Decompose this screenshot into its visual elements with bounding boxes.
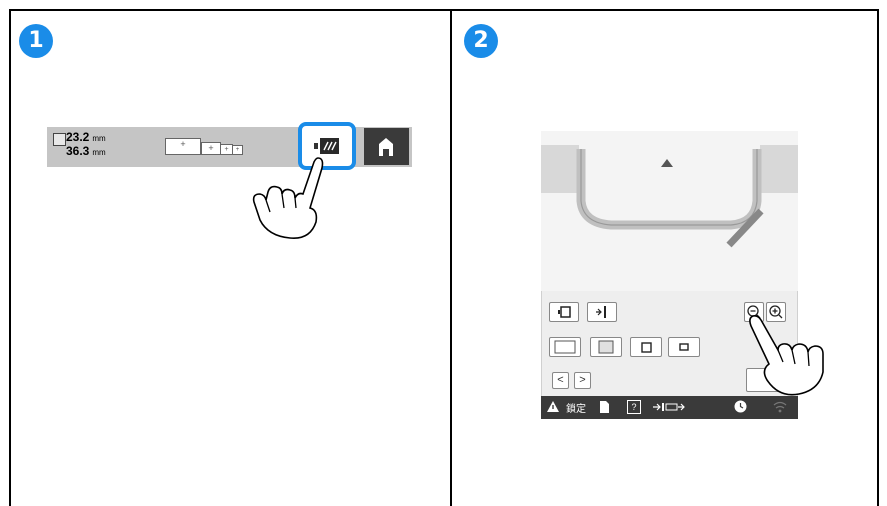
- hand-pointer-icon-2: [749, 315, 824, 396]
- frame-select-large[interactable]: [549, 337, 581, 357]
- frame-xsmall-icon: [679, 343, 689, 351]
- frame-size-large: +: [165, 138, 201, 155]
- document-icon[interactable]: [598, 400, 610, 414]
- size-height-unit: mm: [92, 148, 106, 157]
- next-button[interactable]: >: [574, 372, 591, 389]
- prev-button[interactable]: <: [552, 372, 569, 389]
- step-badge-1: 1: [19, 24, 53, 58]
- size-width-unit: mm: [92, 134, 106, 143]
- frame-large-icon: [554, 340, 576, 354]
- frame-select-xsmall[interactable]: [668, 337, 700, 357]
- needle-position-button[interactable]: [587, 302, 617, 322]
- size-icon: [53, 133, 66, 146]
- camera-preview: [541, 131, 798, 291]
- embroidery-frame-image: [541, 145, 798, 248]
- frame-small-icon: [641, 342, 652, 353]
- home-button[interactable]: [364, 128, 409, 165]
- frame-select-small[interactable]: [630, 337, 662, 357]
- warning-icon: [547, 401, 559, 412]
- camera-frame-icon: [558, 306, 571, 318]
- panel-divider: [450, 9, 452, 506]
- home-icon: [379, 138, 393, 156]
- pattern-size: 23.2 mm 36.3 mm: [66, 131, 106, 159]
- frame-medium-icon: [598, 340, 614, 354]
- thread-trim-icon[interactable]: [651, 401, 685, 413]
- frame-size-medium: +: [201, 142, 221, 155]
- size-height: 36.3: [66, 144, 90, 158]
- lock-label: 鎖定: [566, 404, 586, 415]
- step-badge-2: 2: [464, 24, 498, 58]
- camera-toggle-button[interactable]: [549, 302, 579, 322]
- hand-pointer-icon: [252, 157, 324, 239]
- size-width: 23.2: [66, 130, 90, 144]
- help-button[interactable]: ?: [627, 400, 641, 414]
- needle-icon: [596, 306, 606, 318]
- frame-select-medium[interactable]: [590, 337, 622, 357]
